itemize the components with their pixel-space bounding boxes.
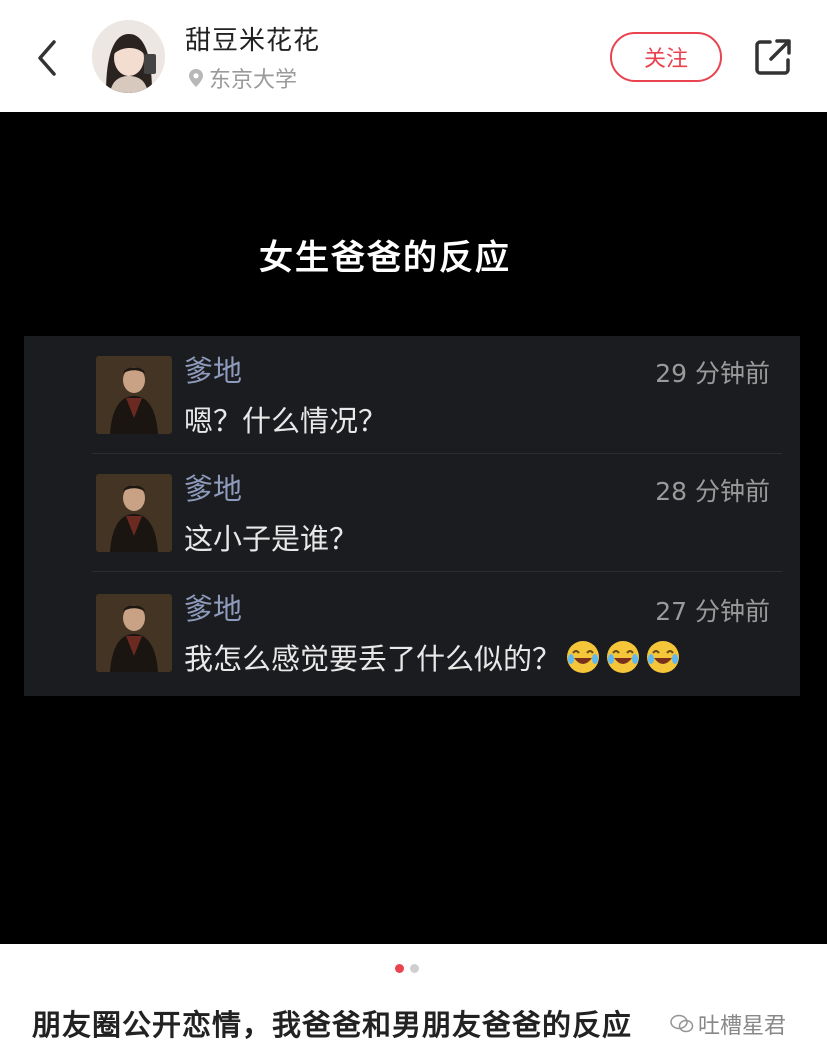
comment-time: 27 分钟前 [655,597,770,626]
commenter-avatar [96,594,172,672]
location-pin-icon [189,69,203,87]
commenter-name: 爹地 [184,472,243,506]
comment-item: 爹地 27 分钟前 我怎么感觉要丢了什么似的？ [92,574,782,692]
author-name[interactable]: 甜豆米花花 [185,20,320,57]
carousel-dot-active[interactable] [395,964,404,973]
carousel-dot[interactable] [410,964,419,973]
chevron-left-icon [38,40,56,76]
comment-item: 爹地 29 分钟前 嗯？什么情况？ [92,336,782,454]
commenter-avatar [96,474,172,552]
image-caption: 女生爸爸的反应 [259,238,511,278]
post-header: 甜豆米花花 东京大学 关注 [0,0,827,112]
comment-text-label: 这小子是谁？ [184,522,359,556]
laughing-crying-emoji-icon [567,641,600,673]
post-title: 朋友圈公开恋情，我爸爸和男朋友爸爸的反应 [32,1008,633,1042]
comment-screenshot: 爹地 29 分钟前 嗯？什么情况？ 爹地 28 分钟前 这小子是谁？ 爹地 27… [24,336,800,696]
laughing-crying-emoji-icon [607,641,640,673]
location-tag[interactable]: 东京大学 [187,62,297,94]
commenter-name: 爹地 [184,592,243,626]
commenter-avatar [96,356,172,434]
share-icon [755,39,791,75]
commenter-name: 爹地 [184,354,243,388]
back-button[interactable] [30,34,66,82]
divider [92,571,782,572]
carousel-indicator[interactable] [395,964,419,973]
follow-button[interactable]: 关注 [610,32,722,82]
comment-item: 爹地 28 分钟前 这小子是谁？ [92,454,782,572]
watermark-label: 吐槽星君 [698,1014,787,1039]
wechat-icon [670,1014,694,1033]
comment-text-label: 我怎么感觉要丢了什么似的？ [184,642,562,676]
laughing-crying-emoji-icon [647,641,680,673]
watermark: 吐槽星君 [670,1008,786,1040]
comment-text: 嗯？什么情况？ [184,398,387,440]
comment-text-label: 嗯？什么情况？ [184,404,388,438]
comment-time: 28 分钟前 [655,477,770,506]
post-image[interactable]: 女生爸爸的反应 爹地 29 分钟前 嗯？什么情况？ 爹地 28 分钟前 这小子是… [0,112,827,944]
author-avatar[interactable] [92,20,165,93]
location-label: 东京大学 [209,68,298,93]
comment-text: 这小子是谁？ [184,516,358,558]
comment-text: 我怎么感觉要丢了什么似的？ [184,636,681,678]
comment-time: 29 分钟前 [655,359,770,388]
share-button[interactable] [752,36,794,78]
